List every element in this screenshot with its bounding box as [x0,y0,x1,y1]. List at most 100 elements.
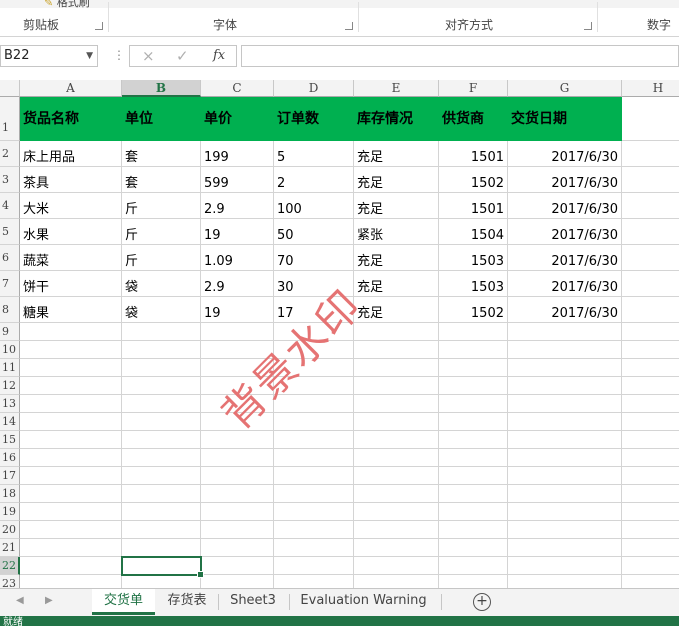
grid-cell[interactable]: 1503 [439,271,508,297]
grid-cell[interactable] [201,485,274,503]
grid-cell[interactable] [201,467,274,485]
formula-input[interactable] [241,45,679,67]
font-launcher-icon[interactable] [345,22,353,30]
grid-cell[interactable] [274,557,354,575]
grid-cell[interactable] [439,431,508,449]
grid-cell[interactable]: 水果 [20,219,122,245]
grid-cell[interactable]: 599 [201,167,274,193]
grid-cell[interactable] [201,521,274,539]
grid-cell[interactable]: 100 [274,193,354,219]
grid-cell[interactable] [122,413,201,431]
grid-cell[interactable] [439,575,508,588]
grid-cell[interactable]: 斤 [122,193,201,219]
column-header[interactable]: D [274,80,354,97]
column-header[interactable]: G [508,80,622,97]
scroll-left-icon[interactable]: ◀ [16,595,24,606]
grid-cell[interactable] [201,539,274,557]
grid-cell[interactable] [439,557,508,575]
table-header-cell[interactable]: 库存情况 [354,97,439,141]
grid-cell[interactable] [622,503,679,521]
row-header[interactable]: 2 [0,141,20,167]
grid-cell[interactable] [20,521,122,539]
row-header[interactable]: 11 [0,359,20,377]
grid-cell[interactable]: 充足 [354,271,439,297]
grid-cell[interactable]: 2 [274,167,354,193]
grid-cell[interactable] [508,449,622,467]
row-header[interactable]: 17 [0,467,20,485]
tab-sheet3[interactable]: Sheet3 [222,589,284,615]
row-header[interactable]: 22 [0,557,20,575]
grid-cell[interactable] [622,485,679,503]
grid-cell[interactable] [354,323,439,341]
grid-cell[interactable] [622,449,679,467]
row-header[interactable]: 14 [0,413,20,431]
table-header-cell[interactable]: 订单数 [274,97,354,141]
grid-cell[interactable]: 2.9 [201,271,274,297]
grid-cell[interactable]: 1502 [439,297,508,323]
grid-cell[interactable] [122,503,201,521]
grid-cell[interactable] [201,503,274,521]
grid-cell[interactable] [622,575,679,588]
grid-cell[interactable] [122,431,201,449]
grid-cell[interactable] [508,557,622,575]
grid-cell[interactable]: 2017/6/30 [508,271,622,297]
grid-cell[interactable] [508,485,622,503]
row-header[interactable]: 13 [0,395,20,413]
grid-cell[interactable] [508,323,622,341]
grid-cell[interactable] [201,323,274,341]
column-header[interactable]: F [439,80,508,97]
grid-cell[interactable] [274,467,354,485]
grid-cell[interactable] [354,431,439,449]
table-header-cell[interactable]: 供货商 [439,97,508,141]
more-options-icon[interactable]: ⋮ [113,48,125,62]
format-painter-button[interactable]: ✎ 格式刷 [44,0,90,10]
grid-cell[interactable]: 1501 [439,193,508,219]
grid-cell[interactable] [439,359,508,377]
grid-cell[interactable] [439,395,508,413]
grid-cell[interactable] [274,485,354,503]
grid-cell[interactable] [508,413,622,431]
grid-cell[interactable] [508,539,622,557]
grid-cell[interactable]: 充足 [354,167,439,193]
grid-cell[interactable] [622,297,679,323]
row-header[interactable]: 10 [0,341,20,359]
grid-cell[interactable] [622,219,679,245]
grid-cell[interactable]: 斤 [122,245,201,271]
column-header[interactable]: C [201,80,274,97]
grid-cell[interactable] [20,575,122,588]
grid-cell[interactable] [201,575,274,588]
grid-cell[interactable]: 2017/6/30 [508,297,622,323]
grid-cell[interactable]: 2017/6/30 [508,193,622,219]
grid-cell[interactable] [508,395,622,413]
grid-cell[interactable] [439,323,508,341]
tab-evaluation-warning[interactable]: Evaluation Warning [293,589,434,615]
column-header[interactable]: A [20,80,122,97]
grid-cell[interactable] [122,539,201,557]
add-sheet-icon[interactable]: + [473,593,491,611]
grid-cell[interactable] [274,413,354,431]
row-header[interactable]: 5 [0,219,20,245]
grid-cell[interactable] [622,97,679,141]
tab-jiaohuodan[interactable]: 交货单 [92,589,155,615]
grid-cell[interactable] [122,557,201,575]
grid-cell[interactable] [20,413,122,431]
row-header[interactable]: 19 [0,503,20,521]
grid-cell[interactable]: 5 [274,141,354,167]
grid-cell[interactable] [622,395,679,413]
grid-cell[interactable]: 70 [274,245,354,271]
grid-cell[interactable]: 1502 [439,167,508,193]
row-header[interactable]: 4 [0,193,20,219]
insert-function-icon[interactable]: fx [213,48,225,63]
grid-cell[interactable] [20,395,122,413]
grid-cell[interactable] [274,431,354,449]
grid-cell[interactable] [274,521,354,539]
row-header[interactable]: 12 [0,377,20,395]
column-header[interactable]: B [122,80,201,97]
grid-cell[interactable]: 2.9 [201,193,274,219]
grid-cell[interactable]: 2017/6/30 [508,245,622,271]
grid-cell[interactable] [20,485,122,503]
grid-cell[interactable] [354,377,439,395]
grid-cell[interactable] [354,557,439,575]
grid-cell[interactable] [354,485,439,503]
grid-cell[interactable] [439,539,508,557]
